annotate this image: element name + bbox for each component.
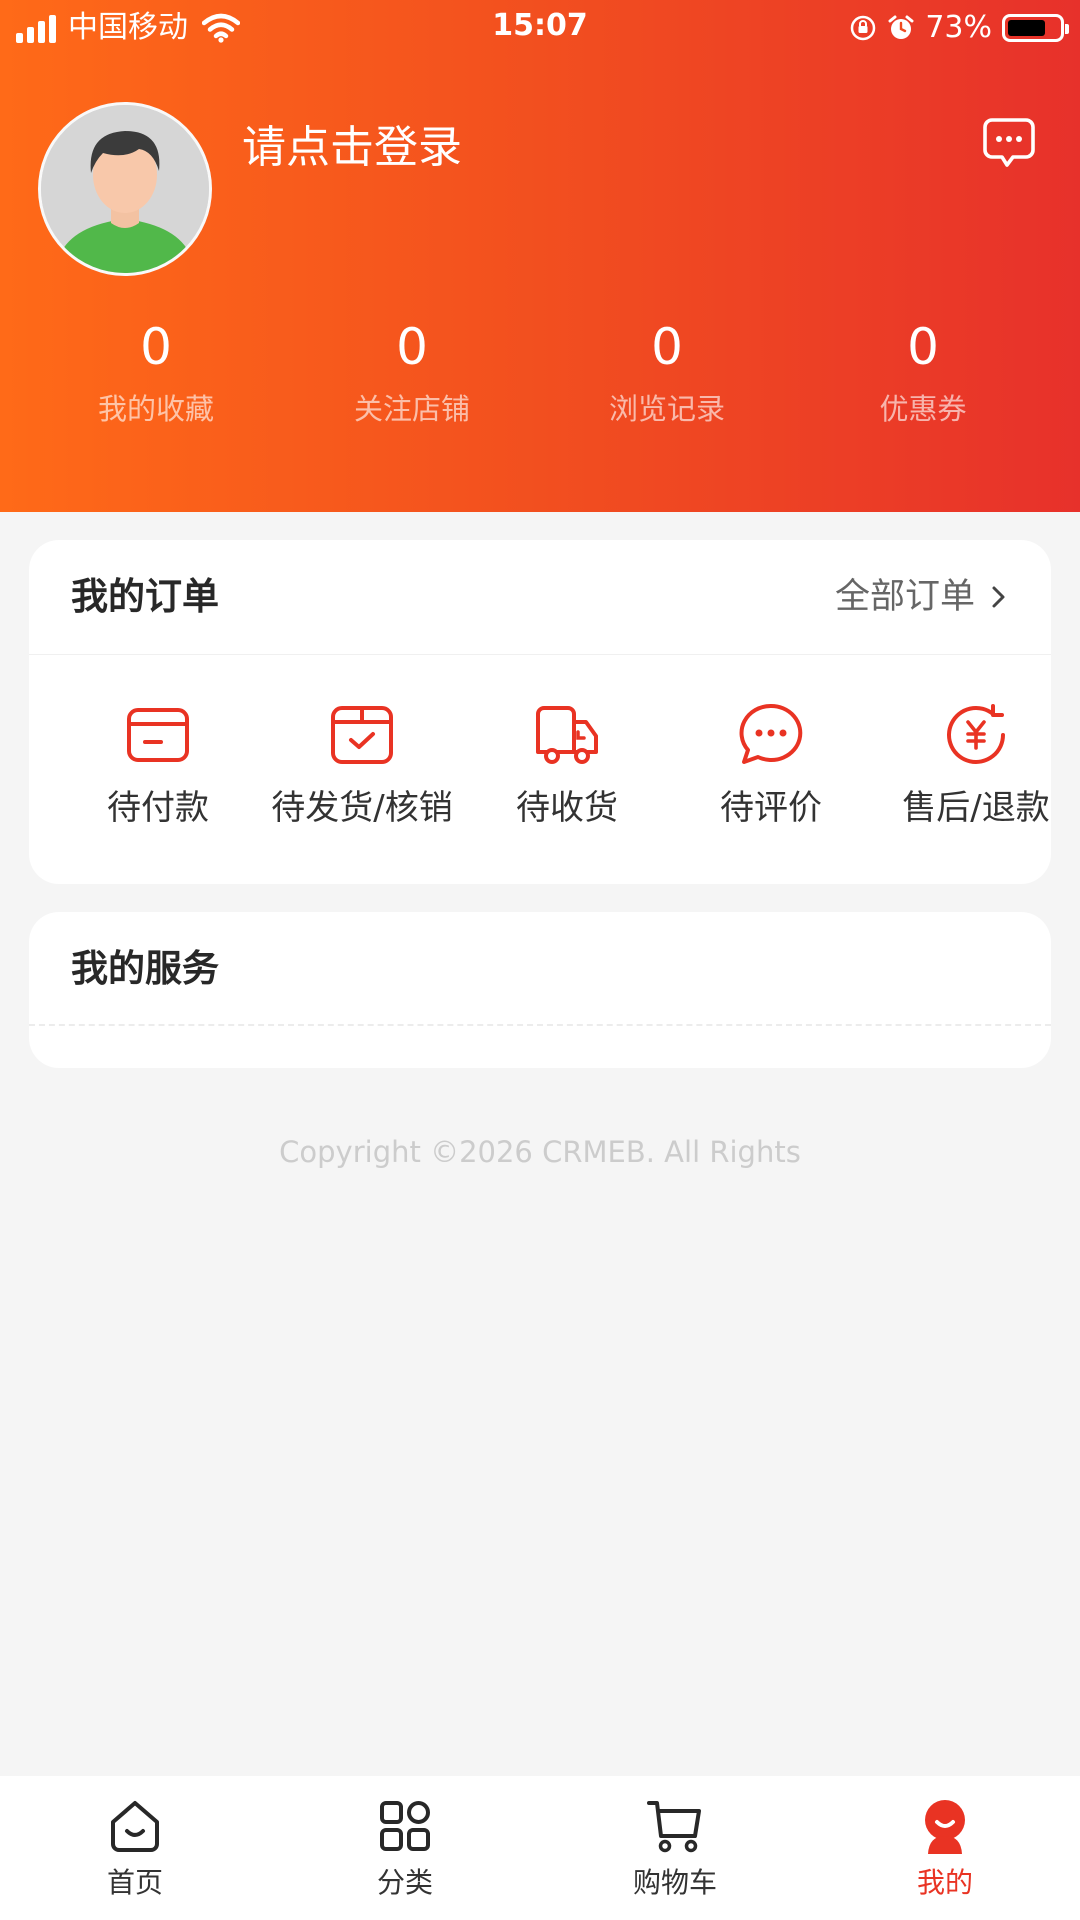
stat-value: 0 [396, 318, 428, 376]
order-pending-payment[interactable]: 待付款 [56, 700, 260, 832]
message-icon[interactable] [980, 114, 1038, 172]
tab-mine[interactable]: 我的 [845, 1796, 1045, 1902]
stat-label: 我的收藏 [97, 392, 214, 426]
order-after-sales[interactable]: 售后/退款 [874, 700, 1078, 832]
order-label: 待评价 [720, 788, 822, 828]
order-label: 售后/退款 [902, 788, 1050, 828]
yen-refund-icon [947, 704, 1005, 764]
stat-label: 关注店铺 [353, 392, 470, 426]
default-avatar-icon [41, 105, 209, 273]
stat-value: 0 [140, 318, 172, 376]
tab-label: 我的 [916, 1866, 973, 1899]
tab-category[interactable]: 分类 [305, 1796, 505, 1902]
orders-title: 我的订单 [71, 575, 219, 618]
truck-icon [536, 706, 598, 764]
cart-icon [647, 1801, 701, 1853]
order-label: 待发货/核销 [271, 788, 453, 828]
profile-icon [925, 1800, 965, 1854]
services-card: 我的服务 [29, 912, 1051, 1068]
stat-value: 0 [651, 318, 683, 376]
divider [29, 654, 1051, 655]
avatar[interactable] [38, 102, 212, 276]
chevron-right-icon [992, 586, 1005, 608]
stat-followed-stores[interactable]: 0 关注店铺 [312, 315, 512, 431]
order-pending-review[interactable]: 待评价 [669, 700, 873, 832]
services-title: 我的服务 [71, 947, 219, 990]
category-grid-icon [380, 1801, 430, 1851]
battery-icon [1002, 14, 1069, 42]
stat-label: 浏览记录 [608, 392, 725, 426]
stat-browse-history[interactable]: 0 浏览记录 [567, 315, 767, 431]
stat-favorites[interactable]: 0 我的收藏 [56, 315, 256, 431]
status-right: 73% [849, 8, 1069, 48]
copyright-text: Copyright ©2026 CRMEB. All Rights [279, 1135, 801, 1169]
wallet-icon [127, 708, 189, 762]
all-orders-link[interactable]: 全部订单 [835, 572, 1009, 622]
order-pending-shipment[interactable]: 待发货/核销 [260, 700, 464, 832]
stats-row: 0 我的收藏 0 关注店铺 0 浏览记录 0 优惠券 [0, 315, 1080, 445]
chat-bubble-icon [739, 703, 803, 764]
package-check-icon [331, 706, 393, 764]
order-label: 待付款 [107, 788, 209, 828]
divider [29, 1024, 1051, 1026]
status-bar: 中国移动 15:07 73% [0, 0, 1080, 56]
all-orders-label: 全部订单 [834, 577, 975, 617]
tab-label: 分类 [376, 1866, 433, 1899]
stat-label: 优惠券 [879, 392, 967, 426]
bottom-tab-bar: 首页 分类 购物车 我的 [0, 1776, 1080, 1920]
tab-home[interactable]: 首页 [35, 1796, 235, 1902]
tab-label: 首页 [106, 1866, 163, 1899]
order-pending-receipt[interactable]: 待收货 [465, 700, 669, 832]
home-icon [111, 1801, 159, 1852]
tab-label: 购物车 [632, 1866, 717, 1899]
orientation-lock-icon [851, 15, 876, 41]
orders-card: 我的订单 全部订单 待付款 待发货/核销 待收货 待评价 售后/退款 [29, 540, 1051, 884]
login-prompt[interactable]: 请点击登录 [242, 120, 462, 176]
tab-cart[interactable]: 购物车 [575, 1796, 775, 1902]
order-label: 待收货 [516, 788, 618, 828]
stat-coupons[interactable]: 0 优惠券 [823, 315, 1023, 431]
stat-value: 0 [907, 318, 939, 376]
battery-percent: 73% [925, 10, 992, 45]
profile-header: 中国移动 15:07 73% 请点击登录 0 我的收藏 0 关注店铺 0 浏览记… [0, 0, 1080, 512]
alarm-icon [888, 15, 914, 39]
